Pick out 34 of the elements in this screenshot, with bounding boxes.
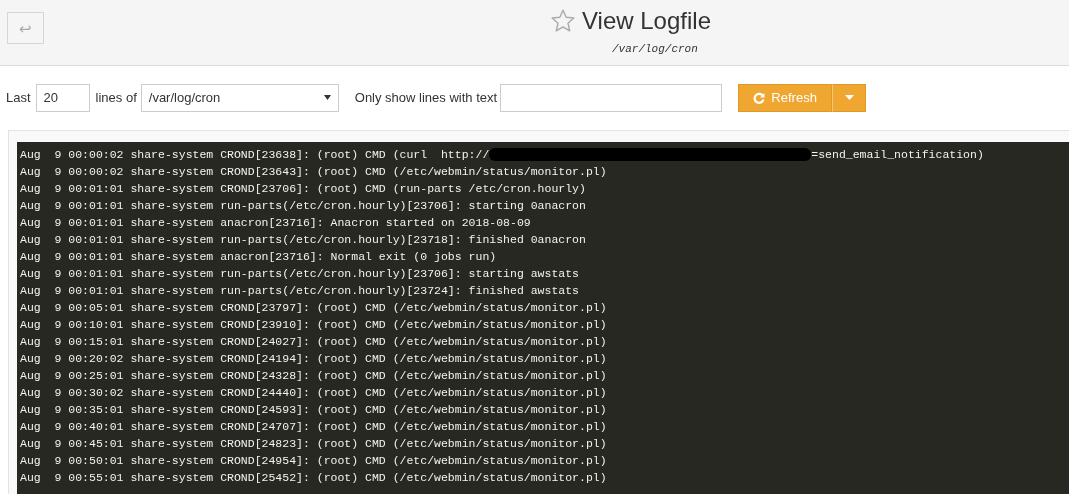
file-select[interactable]: /var/log/cron (140, 83, 339, 112)
lines-of-label: lines of (95, 88, 137, 107)
filter-label: Only show lines with text (354, 88, 498, 107)
star-icon[interactable] (550, 8, 576, 34)
caret-icon (844, 95, 854, 100)
log-line: Aug 9 00:05:01 share-system CROND[23797]: (root) CMD (/etc/webmin/status/monitor.pl) (20, 300, 607, 316)
log-line: Aug 9 00:01:01 share-system run-parts(/etc/cron.hourly)[23706]: starting 0anacron (20, 198, 586, 214)
lines-count-field[interactable]: 20 (35, 83, 90, 112)
log-line: Aug 9 00:15:01 share-system CROND[24027]: (root) CMD (/etc/webmin/status/monitor.pl) (20, 334, 607, 350)
log-line: Aug 9 00:30:02 share-system CROND[24440]: (root) CMD (/etc/webmin/status/monitor.pl) (20, 385, 607, 401)
log-line: Aug 9 00:45:01 share-system CROND[24823]: (root) CMD (/etc/webmin/status/monitor.pl) (20, 436, 607, 452)
filter-text-field[interactable] (500, 83, 723, 112)
log-line: Aug 9 00:00:02 share-system CROND[23643]: (root) CMD (/etc/webmin/status/monitor.pl) (20, 164, 607, 180)
last-label: Last (6, 88, 31, 107)
log-line: Aug 9 00:55:01 share-system CROND[25452]: (root) CMD (/etc/webmin/status/monitor.pl) (20, 470, 607, 486)
refresh-icon (753, 91, 766, 104)
dropdown-toggle-button[interactable] (832, 83, 867, 112)
log-line: Aug 9 00:01:01 share-system run-parts(/etc/cron.hourly)[23718]: finished 0anacron (20, 232, 586, 248)
log-line: Aug 9 00:50:01 share-system CROND[24954]: (root) CMD (/etc/webmin/status/monitor.pl) (20, 453, 607, 469)
log-line: Aug 9 00:20:02 share-system CROND[24194]: (root) CMD (/etc/webmin/status/monitor.pl) (20, 351, 607, 367)
log-line: Aug 9 00:01:01 share-system run-parts(/etc/cron.hourly)[23706]: starting awstats (20, 266, 579, 282)
log-line: Aug 9 00:00:02 share-system CROND[23638]: (root) CMD (curl http:// (20, 147, 490, 163)
log-line: Aug 9 00:35:01 share-system CROND[24593]: (root) CMD (/etc/webmin/status/monitor.pl) (20, 402, 607, 418)
log-line: Aug 9 00:25:01 share-system CROND[24328]: (root) CMD (/etc/webmin/status/monitor.pl) (20, 368, 607, 384)
log-line: Aug 9 00:01:01 share-system CROND[23706]: (root) CMD (run-parts /etc/cron.hourly) (20, 181, 586, 197)
page-title: View Logfile (582, 6, 711, 36)
dropdown-caret-icon (323, 95, 331, 100)
log-line: Aug 9 00:40:01 share-system CROND[24707]: (root) CMD (/etc/webmin/status/monitor.pl) (20, 419, 607, 435)
page-subtitle: /var/log/cron (612, 42, 698, 57)
log-line: =send_email_notification) (811, 147, 984, 163)
log-line: Aug 9 00:01:01 share-system run-parts(/etc/cron.hourly)[23724]: finished awstats (20, 283, 579, 299)
log-line: Aug 9 00:01:01 share-system anacron[23716]: Normal exit (0 jobs run) (20, 249, 497, 265)
log-line: Aug 9 00:10:01 share-system CROND[23910]: (root) CMD (/etc/webmin/status/monitor.pl) (20, 317, 607, 333)
log-line: Aug 9 00:01:01 share-system anacron[23716]: Anacron started on 2018-08-09 (20, 215, 531, 231)
